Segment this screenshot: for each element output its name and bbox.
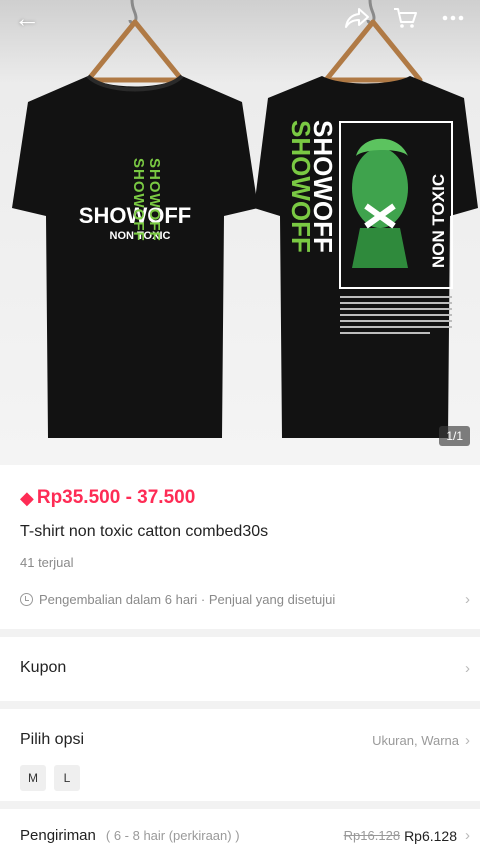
price-row: ◆ Rp35.500 - 37.500 [20,487,195,509]
size-option-l[interactable]: L [54,765,80,791]
sold-count: 41 terjual [20,555,74,570]
cart-icon[interactable] [392,6,418,30]
tshirt-back-image: SHOWOFF SHOWOFF NON TOXIC [254,76,478,438]
top-bar: ← [0,0,480,36]
image-counter-badge: 1/1 [439,426,470,446]
options-value: Ukuran, Warna [372,732,459,748]
price-text: Rp35.500 - 37.500 [36,487,196,508]
clock-icon [20,593,33,606]
shipping-label: Pengiriman [20,827,96,844]
size-options: M L [20,765,80,791]
more-dots-icon[interactable] [440,6,466,30]
chevron-right-icon: › [465,591,470,608]
back-arrow-icon[interactable]: ← [14,5,40,31]
shipping-new-price: Rp6.128 [404,827,457,844]
share-icon[interactable] [344,6,370,30]
front-vertical-text: SHOWOFF [130,158,147,242]
product-image-gallery[interactable]: ← SHOWOFF NON TOXIC SHOWOFF SHOWOFF SHOW… [0,0,480,465]
section-divider [0,801,480,809]
front-vertical-text-2: SHOWOFF [146,158,163,242]
shipping-eta: ( 6 - 8 hair (perkiraan) ) [105,828,240,843]
options-label: Pilih opsi [20,731,85,748]
tshirt-front-image: SHOWOFF NON TOXIC SHOWOFF SHOWOFF [12,74,258,438]
shipping-old-price: Rp16.128 [343,828,401,843]
chevron-right-icon: › [465,731,470,749]
chevron-right-icon: › [465,659,470,677]
section-divider [0,701,480,709]
options-row[interactable]: Pilih opsi Ukuran, Warna › [20,731,470,749]
shipping-row[interactable]: Pengiriman ( 6 - 8 hair (perkiraan) ) Rp… [20,827,470,844]
returns-policy-text: Pengembalian dalam 6 hari · Penjual yang… [39,592,336,607]
price-tag-icon: ◆ [20,487,34,508]
product-title: T-shirt non toxic catton combed30s [20,523,269,540]
coupon-label: Kupon [20,659,67,676]
size-option-m[interactable]: M [20,765,46,791]
back-side-text: NON TOXIC [429,174,448,268]
chevron-right-icon: › [465,827,470,844]
returns-policy-row[interactable]: Pengembalian dalam 6 hari · Penjual yang… [20,591,470,608]
coupon-row[interactable]: Kupon › [20,659,470,677]
back-vertical-text-2: SHOWOFF [308,120,338,253]
section-divider [0,629,480,637]
